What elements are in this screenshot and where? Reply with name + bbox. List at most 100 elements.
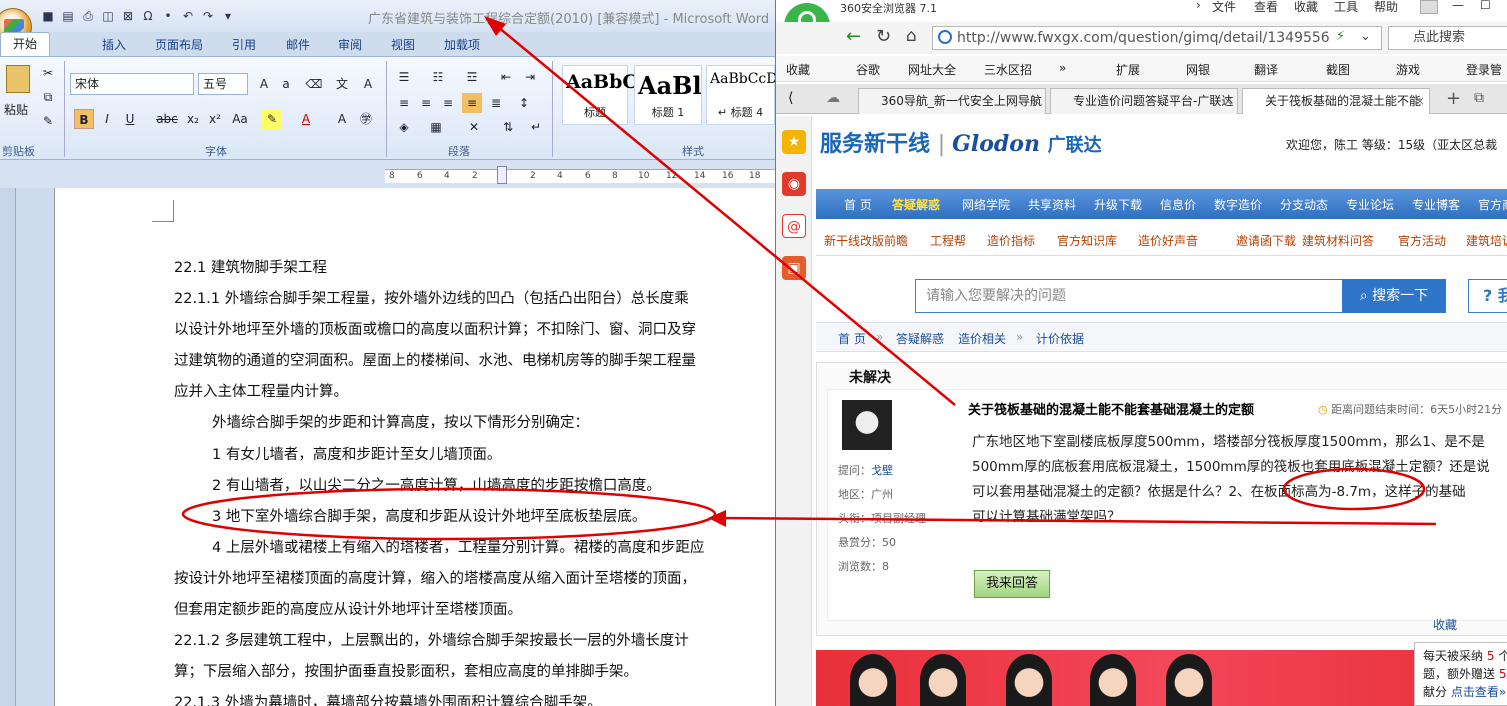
breadcrumb-qa[interactable]: 答疑解惑 xyxy=(896,330,944,347)
subnav-item[interactable]: 官方知识库 xyxy=(1057,232,1117,249)
bookmark-hao[interactable]: 网址大全 xyxy=(908,61,956,78)
bookmark-translate[interactable]: 翻译 xyxy=(1254,61,1278,78)
tab-review[interactable]: 审阅 xyxy=(338,36,362,53)
home-icon[interactable]: ⌂ xyxy=(906,26,917,46)
print-icon[interactable]: ⎙ xyxy=(80,8,96,24)
refresh-icon[interactable]: ↻ xyxy=(876,26,891,47)
change-case-icon[interactable]: Aa xyxy=(228,109,252,129)
tab-home[interactable]: 开始 xyxy=(0,32,50,56)
menu-tools[interactable]: 工具 xyxy=(1334,0,1358,15)
subnav-item[interactable]: 工程帮 xyxy=(930,232,966,249)
align-center-icon[interactable]: ≡ xyxy=(416,93,436,113)
bookmark-login[interactable]: 登录管 xyxy=(1466,61,1502,78)
font-size-select[interactable]: 五号 xyxy=(198,73,248,95)
bookmark-favorites[interactable]: 收藏 xyxy=(786,61,810,78)
menu-file[interactable]: 文件 xyxy=(1212,0,1236,15)
distributed-icon[interactable]: ≣ xyxy=(486,93,506,113)
lightning-icon[interactable]: ⚡ xyxy=(1336,29,1345,44)
bullets-icon[interactable]: ☰ xyxy=(394,67,414,87)
menu-help[interactable]: 帮助 xyxy=(1374,0,1398,15)
shopping-icon[interactable]: ▣ xyxy=(782,256,806,280)
maximize-icon[interactable]: ☐ xyxy=(1480,0,1491,12)
subnav-item[interactable]: 造价指标 xyxy=(987,232,1035,249)
browser-tab-active[interactable]: 关于筏板基础的混凝土能不能 × xyxy=(1242,88,1430,114)
bookmark-sanshui[interactable]: 三水区招 xyxy=(984,61,1032,78)
favorite-link[interactable]: 收藏 xyxy=(1433,616,1457,633)
bookmark-google[interactable]: 谷歌 xyxy=(856,61,880,78)
customize-qat-icon[interactable]: ▾ xyxy=(220,8,236,24)
nav-branch[interactable]: 分支动态 xyxy=(1280,196,1328,213)
undo-icon[interactable]: ↶ xyxy=(180,8,196,24)
new-tab-icon[interactable]: + xyxy=(1446,88,1461,109)
site-logo[interactable]: 服务新干线 | Glodon 广联达 xyxy=(820,126,1102,158)
increase-indent-icon[interactable]: ⇥ xyxy=(520,67,540,87)
strikethrough-icon[interactable]: abc xyxy=(155,109,179,129)
redo-icon[interactable]: ↷ xyxy=(200,8,216,24)
mail-icon[interactable]: @ xyxy=(782,214,806,238)
close-tab-icon[interactable]: × xyxy=(1415,89,1425,113)
nav-digital[interactable]: 数字造价 xyxy=(1214,196,1262,213)
popup-link[interactable]: 点击查看» xyxy=(1451,685,1506,699)
tab-page-layout[interactable]: 页面布局 xyxy=(155,36,203,53)
indent-marker-icon[interactable] xyxy=(497,166,507,184)
breadcrumb-basis[interactable]: 计价依据 xyxy=(1036,330,1084,347)
decrease-indent-icon[interactable]: ⇤ xyxy=(496,67,516,87)
char-border-icon[interactable]: A xyxy=(358,74,378,94)
answer-button[interactable]: 我来回答 xyxy=(974,570,1050,598)
paste-button[interactable]: 粘贴 xyxy=(4,101,28,118)
superscript-icon[interactable]: x² xyxy=(205,109,225,129)
pin-icon[interactable] xyxy=(1420,0,1438,14)
underline-icon[interactable]: U xyxy=(120,109,140,129)
bookmark-games[interactable]: 游戏 xyxy=(1396,61,1420,78)
dropdown-icon[interactable]: ⌄ xyxy=(1360,29,1371,44)
shading-icon[interactable]: ◈ xyxy=(394,117,414,137)
tab-references[interactable]: 引用 xyxy=(232,36,256,53)
grow-font-icon[interactable]: A xyxy=(254,74,274,94)
preview-icon[interactable]: ◫ xyxy=(100,8,116,24)
highlight-icon[interactable]: ✎ xyxy=(262,109,282,129)
tab-insert[interactable]: 插入 xyxy=(102,36,126,53)
browser-tab[interactable]: 专业造价问题答疑平台-广联达 × xyxy=(1050,88,1238,114)
weibo-icon[interactable]: ◉ xyxy=(782,172,806,196)
show-marks-icon[interactable]: ↵ xyxy=(526,117,546,137)
tab-addins[interactable]: 加载项 xyxy=(444,36,480,53)
multilevel-list-icon[interactable]: ☲ xyxy=(462,67,482,87)
browser-search-input[interactable]: 点此搜索 xyxy=(1388,26,1507,50)
close-tab-icon[interactable]: × xyxy=(1031,89,1041,113)
asker-link[interactable]: 戈壁 xyxy=(871,464,893,477)
menu-favorites[interactable]: 收藏 xyxy=(1294,0,1318,15)
sort-icon[interactable]: ⇅ xyxy=(498,117,518,137)
align-right-icon[interactable]: ≡ xyxy=(438,93,458,113)
tab-back-icon[interactable]: ⟨ xyxy=(788,90,793,106)
cloud-icon[interactable]: ☁ xyxy=(826,90,840,106)
phonetic-icon[interactable]: 文 xyxy=(332,74,352,94)
symbol-icon[interactable]: Ω xyxy=(140,8,156,24)
nav-share[interactable]: 共享资料 xyxy=(1028,196,1076,213)
subnav-item[interactable]: 官方活动 xyxy=(1398,232,1446,249)
font-name-select[interactable]: 宋体 xyxy=(70,73,194,95)
site-search-input[interactable]: 请输入您要解决的问题 xyxy=(915,279,1343,313)
browser-tab[interactable]: 360导航_新一代安全上网导航 × xyxy=(858,88,1046,114)
tab-view[interactable]: 视图 xyxy=(391,36,415,53)
horizontal-ruler[interactable]: 8 6 4 2 2 4 6 8 10 12 14 16 18 xyxy=(385,166,775,184)
subscript-icon[interactable]: x₂ xyxy=(183,109,203,129)
nav-qa[interactable]: 答疑解惑 xyxy=(892,196,940,213)
restore-tab-icon[interactable]: ⧉ xyxy=(1474,90,1484,106)
nav-official[interactable]: 官方商 xyxy=(1478,196,1507,213)
borders-icon[interactable]: ▦ xyxy=(426,117,446,137)
bullet-icon[interactable]: • xyxy=(160,8,176,24)
style-heading-1[interactable]: AaBl 标题 1 xyxy=(634,65,702,125)
italic-icon[interactable]: I xyxy=(97,109,117,129)
avatar[interactable] xyxy=(842,400,892,450)
close-doc-icon[interactable]: ⊠ xyxy=(120,8,136,24)
style-title[interactable]: AaBbC 标题 xyxy=(562,65,638,125)
tab-mailings[interactable]: 邮件 xyxy=(286,36,310,53)
ad-banner[interactable] xyxy=(816,650,1507,706)
enclose-char-icon[interactable]: ㊫ xyxy=(356,109,376,129)
bookmark-bank[interactable]: 网银 xyxy=(1186,61,1210,78)
breadcrumb-cost[interactable]: 造价相关 xyxy=(958,330,1006,347)
back-icon[interactable]: ← xyxy=(846,26,861,47)
style-heading-4[interactable]: AaBbCcDc ↵ 标题 4 xyxy=(706,65,775,125)
asian-layout-icon[interactable]: ✕ xyxy=(464,117,484,137)
bookmark-extensions[interactable]: 扩展 xyxy=(1116,61,1140,78)
